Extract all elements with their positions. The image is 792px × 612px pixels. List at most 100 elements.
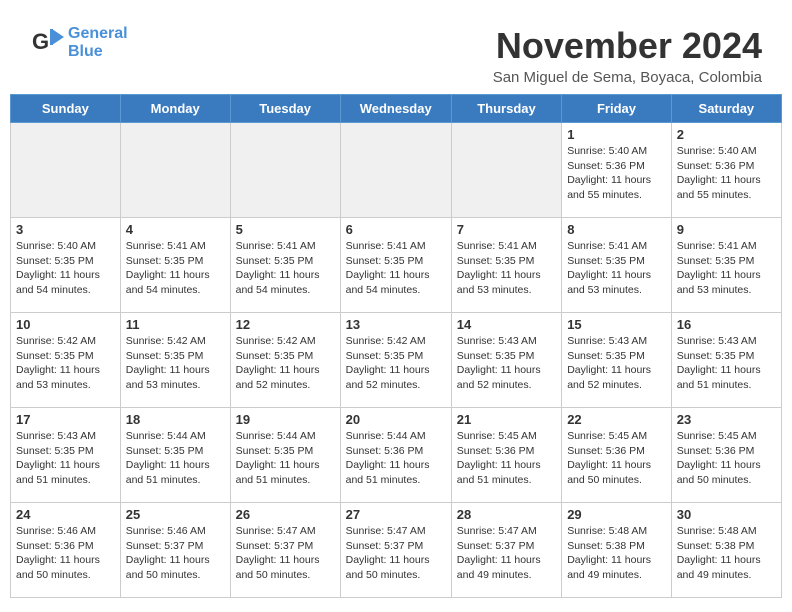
col-header-wednesday: Wednesday — [340, 95, 451, 123]
cell-info: Sunset: 5:36 PM — [346, 444, 446, 459]
cell-info: Sunrise: 5:40 AM — [677, 144, 776, 159]
cell-info: Daylight: 11 hours and 49 minutes. — [677, 553, 776, 582]
table-row: 9Sunrise: 5:41 AMSunset: 5:35 PMDaylight… — [671, 218, 781, 313]
cell-info: Sunrise: 5:44 AM — [126, 429, 225, 444]
day-number: 30 — [677, 507, 776, 522]
cell-info: Sunset: 5:37 PM — [236, 539, 335, 554]
cell-info: Sunset: 5:35 PM — [457, 254, 556, 269]
title-block: November 2024 San Miguel de Sema, Boyaca… — [493, 25, 762, 86]
header: G General Blue November 2024 San Miguel … — [10, 10, 782, 94]
cell-info: Sunrise: 5:42 AM — [126, 334, 225, 349]
cell-info: Sunset: 5:36 PM — [16, 539, 115, 554]
cell-info: Daylight: 11 hours and 53 minutes. — [677, 268, 776, 297]
cell-info: Daylight: 11 hours and 51 minutes. — [16, 458, 115, 487]
cell-info: Sunrise: 5:46 AM — [126, 524, 225, 539]
cell-info: Sunset: 5:35 PM — [567, 254, 666, 269]
col-header-friday: Friday — [562, 95, 672, 123]
cell-info: Daylight: 11 hours and 54 minutes. — [346, 268, 446, 297]
cell-info: Sunset: 5:36 PM — [677, 159, 776, 174]
calendar-header-row: Sunday Monday Tuesday Wednesday Thursday… — [11, 95, 782, 123]
table-row: 2Sunrise: 5:40 AMSunset: 5:36 PMDaylight… — [671, 123, 781, 218]
day-number: 21 — [457, 412, 556, 427]
table-row — [451, 123, 561, 218]
cell-info: Daylight: 11 hours and 53 minutes. — [126, 363, 225, 392]
cell-info: Sunrise: 5:44 AM — [236, 429, 335, 444]
cell-info: Sunset: 5:35 PM — [236, 349, 335, 364]
cell-info: Sunset: 5:35 PM — [16, 254, 115, 269]
col-header-saturday: Saturday — [671, 95, 781, 123]
cell-info: Sunrise: 5:43 AM — [16, 429, 115, 444]
day-number: 1 — [567, 127, 666, 142]
day-number: 16 — [677, 317, 776, 332]
cell-info: Sunrise: 5:41 AM — [677, 239, 776, 254]
table-row: 6Sunrise: 5:41 AMSunset: 5:35 PMDaylight… — [340, 218, 451, 313]
day-number: 19 — [236, 412, 335, 427]
location-subtitle: San Miguel de Sema, Boyaca, Colombia — [493, 69, 762, 86]
cell-info: Daylight: 11 hours and 55 minutes. — [677, 173, 776, 202]
calendar-body: 1Sunrise: 5:40 AMSunset: 5:36 PMDaylight… — [11, 123, 782, 598]
table-row: 25Sunrise: 5:46 AMSunset: 5:37 PMDayligh… — [120, 503, 230, 598]
cell-info: Sunrise: 5:41 AM — [457, 239, 556, 254]
cell-info: Sunset: 5:35 PM — [567, 349, 666, 364]
day-number: 17 — [16, 412, 115, 427]
table-row: 18Sunrise: 5:44 AMSunset: 5:35 PMDayligh… — [120, 408, 230, 503]
table-row: 17Sunrise: 5:43 AMSunset: 5:35 PMDayligh… — [11, 408, 121, 503]
cell-info: Daylight: 11 hours and 50 minutes. — [346, 553, 446, 582]
day-number: 27 — [346, 507, 446, 522]
col-header-sunday: Sunday — [11, 95, 121, 123]
cell-info: Sunset: 5:36 PM — [567, 159, 666, 174]
table-row: 12Sunrise: 5:42 AMSunset: 5:35 PMDayligh… — [230, 313, 340, 408]
table-row: 28Sunrise: 5:47 AMSunset: 5:37 PMDayligh… — [451, 503, 561, 598]
month-year-title: November 2024 — [493, 25, 762, 67]
table-row: 22Sunrise: 5:45 AMSunset: 5:36 PMDayligh… — [562, 408, 672, 503]
cell-info: Daylight: 11 hours and 51 minutes. — [126, 458, 225, 487]
cell-info: Daylight: 11 hours and 50 minutes. — [16, 553, 115, 582]
day-number: 4 — [126, 222, 225, 237]
table-row: 1Sunrise: 5:40 AMSunset: 5:36 PMDaylight… — [562, 123, 672, 218]
cell-info: Sunset: 5:35 PM — [16, 349, 115, 364]
cell-info: Sunset: 5:35 PM — [126, 349, 225, 364]
table-row: 10 Sunrise: 5:42 AMSunset: 5:35 PMDayligh… — [11, 313, 121, 408]
cell-info: Sunset: 5:35 PM — [236, 254, 335, 269]
table-row: 29Sunrise: 5:48 AMSunset: 5:38 PMDayligh… — [562, 503, 672, 598]
table-row: 16Sunrise: 5:43 AMSunset: 5:35 PMDayligh… — [671, 313, 781, 408]
cell-info: Daylight: 11 hours and 54 minutes. — [236, 268, 335, 297]
day-number: 7 — [457, 222, 556, 237]
cell-info: Sunset: 5:37 PM — [126, 539, 225, 554]
day-number: 9 — [677, 222, 776, 237]
col-header-monday: Monday — [120, 95, 230, 123]
cell-info: Sunset: 5:35 PM — [236, 444, 335, 459]
table-row: 5Sunrise: 5:41 AMSunset: 5:35 PMDaylight… — [230, 218, 340, 313]
cell-info: Daylight: 11 hours and 50 minutes. — [677, 458, 776, 487]
cell-info: Sunrise: 5:48 AM — [567, 524, 666, 539]
table-row: 20Sunrise: 5:44 AMSunset: 5:36 PMDayligh… — [340, 408, 451, 503]
table-row: 19Sunrise: 5:44 AMSunset: 5:35 PMDayligh… — [230, 408, 340, 503]
cell-info: Sunrise: 5:47 AM — [346, 524, 446, 539]
day-number: 22 — [567, 412, 666, 427]
cell-info: Sunset: 5:37 PM — [346, 539, 446, 554]
day-number: 10 — [16, 317, 115, 332]
day-number: 25 — [126, 507, 225, 522]
cell-info: Daylight: 11 hours and 53 minutes. — [16, 363, 115, 392]
table-row — [11, 123, 121, 218]
cell-info: Daylight: 11 hours and 53 minutes. — [457, 268, 556, 297]
day-number: 24 — [16, 507, 115, 522]
table-row: 13Sunrise: 5:42 AMSunset: 5:35 PMDayligh… — [340, 313, 451, 408]
calendar-table: Sunday Monday Tuesday Wednesday Thursday… — [10, 94, 782, 598]
cell-info: Sunrise: 5:42 AM — [346, 334, 446, 349]
cell-info: Daylight: 11 hours and 54 minutes. — [16, 268, 115, 297]
cell-info: Sunrise: 5:48 AM — [677, 524, 776, 539]
cell-info: Sunrise: 5:45 AM — [567, 429, 666, 444]
cell-info: Sunrise: 5:42 AM — [16, 334, 115, 349]
table-row: 15Sunrise: 5:43 AMSunset: 5:35 PMDayligh… — [562, 313, 672, 408]
day-number: 29 — [567, 507, 666, 522]
cell-info: Sunrise: 5:40 AM — [567, 144, 666, 159]
cell-info: Sunrise: 5:47 AM — [457, 524, 556, 539]
table-row: 11Sunrise: 5:42 AMSunset: 5:35 PMDayligh… — [120, 313, 230, 408]
svg-text:G: G — [32, 29, 49, 54]
table-row: 3Sunrise: 5:40 AMSunset: 5:35 PMDaylight… — [11, 218, 121, 313]
cell-info: Daylight: 11 hours and 49 minutes. — [457, 553, 556, 582]
cell-info: Sunrise: 5:41 AM — [236, 239, 335, 254]
logo-icon: G — [30, 25, 66, 61]
cell-info: Sunset: 5:35 PM — [677, 349, 776, 364]
